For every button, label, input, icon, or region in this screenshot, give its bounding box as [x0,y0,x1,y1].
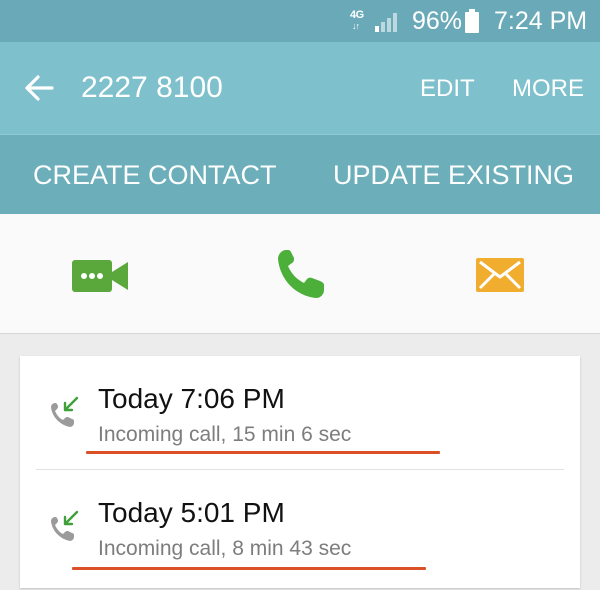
call-detail: Incoming call, 15 min 6 sec [98,423,352,446]
contact-actions-bar: CREATE CONTACT UPDATE EXISTING [0,134,600,214]
update-existing-button[interactable]: UPDATE EXISTING [333,159,574,191]
video-call-icon[interactable] [72,258,128,294]
more-button[interactable]: MORE [512,74,584,104]
edit-button[interactable]: EDIT [420,74,475,104]
call-log-card: Today 7:06 PM Incoming call, 15 min 6 se… [20,356,580,588]
signal-icon [375,13,397,32]
call-detail: Incoming call, 8 min 43 sec [98,537,352,560]
phone-icon[interactable] [276,248,324,300]
create-contact-button[interactable]: CREATE CONTACT [33,159,277,191]
action-bar: 2227 8100 EDIT MORE [0,42,600,134]
annotation-underline [86,451,440,454]
network-4g-icon: 4G ↓↑ [350,9,364,31]
call-time: Today 7:06 PM [98,383,285,414]
status-bar: 4G ↓↑ 96% 7:24 PM [0,0,600,42]
quick-actions [0,214,600,334]
battery-percent: 96% [412,7,463,35]
message-icon[interactable] [476,258,524,292]
call-log-item[interactable]: Today 7:06 PM Incoming call, 15 min 6 se… [20,356,580,470]
back-arrow-icon[interactable] [24,74,54,102]
call-time: Today 5:01 PM [98,497,285,528]
battery-icon [465,9,479,33]
page-title: 2227 8100 [81,71,223,104]
incoming-call-icon [51,396,79,427]
status-clock: 7:24 PM [494,7,588,35]
network-type-label: 4G [350,9,364,21]
annotation-underline [72,567,426,570]
call-log-item[interactable]: Today 5:01 PM Incoming call, 8 min 43 se… [20,470,580,584]
incoming-call-icon [51,510,79,541]
